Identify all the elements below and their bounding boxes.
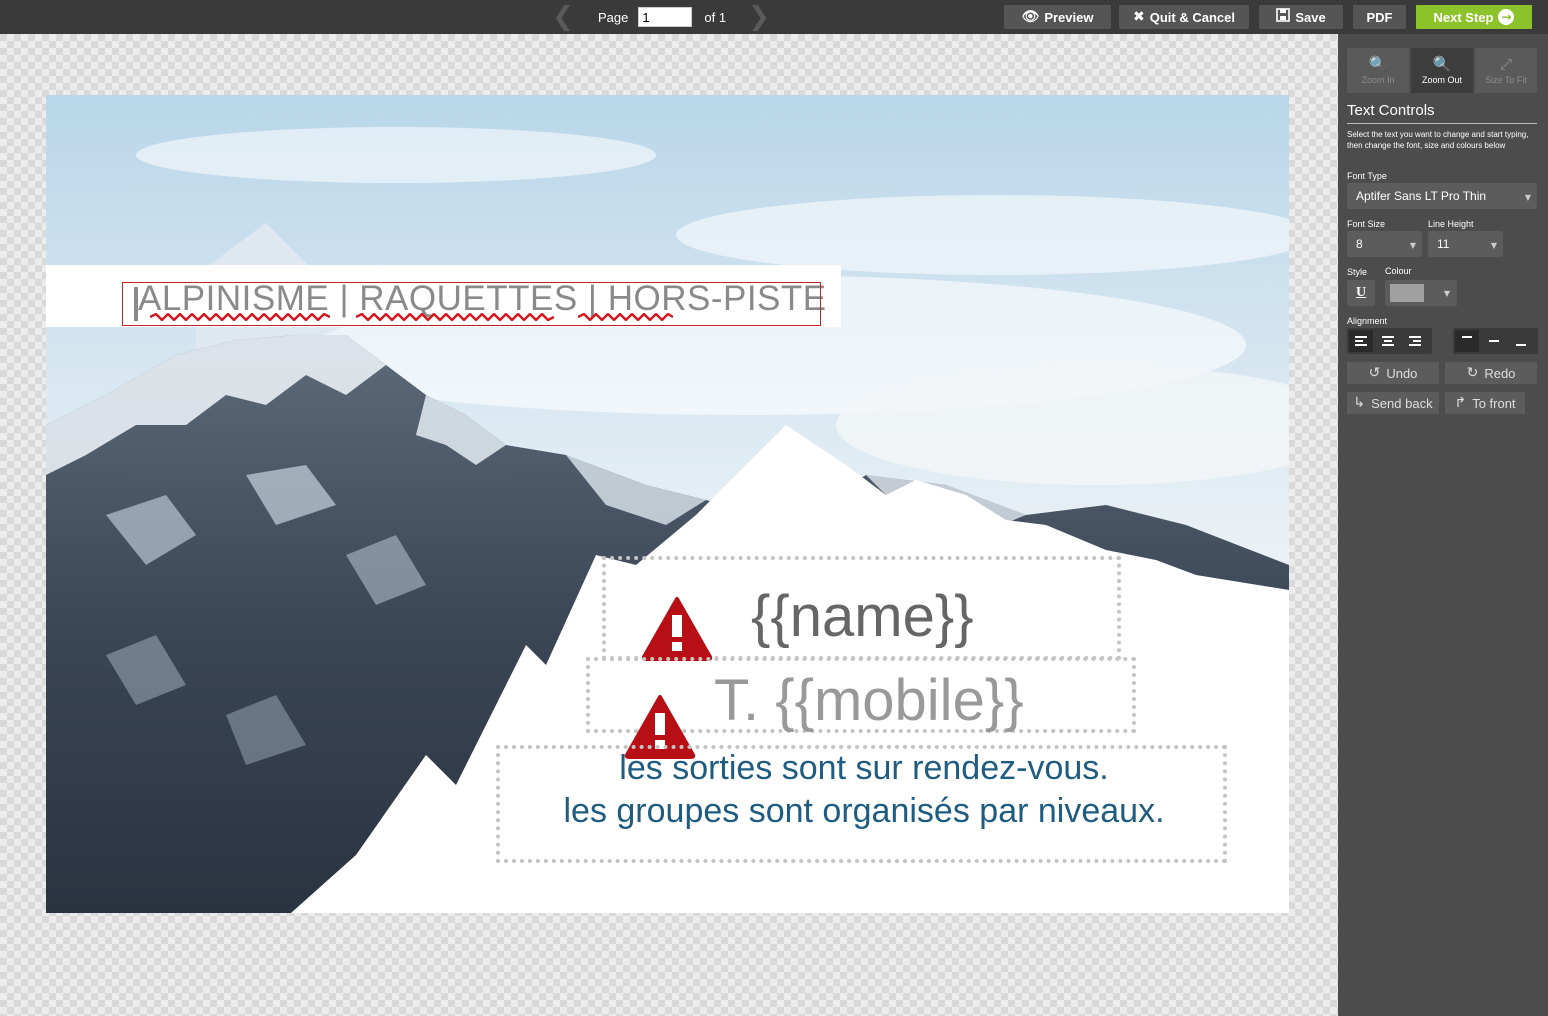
pdf-button[interactable]: PDF: [1353, 5, 1406, 29]
arrow-right-circle-icon: →: [1498, 9, 1515, 25]
to-front-label: To front: [1472, 395, 1516, 411]
size-to-fit-label: Size To Fit: [1485, 75, 1527, 85]
line-height-value: 11: [1437, 237, 1450, 251]
to-front-icon: ↱: [1454, 395, 1467, 411]
align-right-button[interactable]: [1403, 330, 1427, 352]
style-label: Style: [1347, 267, 1368, 277]
design-card: ALPINISME | RAQUETTES | HORS-PISTE {{nam…: [46, 95, 1289, 913]
align-top-icon: [1462, 336, 1472, 338]
vertical-align-group: [1453, 328, 1538, 354]
align-right-icon: [1409, 336, 1421, 346]
zoom-in-button[interactable]: 🔍 Zoom In: [1347, 48, 1409, 93]
align-middle-icon: [1489, 340, 1499, 342]
send-back-button[interactable]: ↳ Send back: [1347, 392, 1439, 414]
page-label: Page: [598, 9, 629, 25]
colour-picker[interactable]: ▼: [1385, 280, 1457, 306]
align-bottom-button[interactable]: [1509, 330, 1533, 352]
zoom-out-icon: 🔍: [1432, 55, 1452, 73]
save-button[interactable]: Save: [1259, 5, 1343, 29]
align-left-icon: [1355, 336, 1367, 346]
text-controls-panel: 🔍 Zoom In 🔍 Zoom Out ⤢ Size To Fit Text …: [1338, 34, 1548, 1016]
font-type-value: Aptifer Sans LT Pro Thin: [1356, 189, 1487, 203]
font-size-label: Font Size: [1347, 219, 1386, 229]
send-back-label: Send back: [1371, 395, 1433, 411]
font-type-select[interactable]: Aptifer Sans LT Pro Thin ▼: [1347, 183, 1537, 209]
horizontal-align-group: [1347, 328, 1432, 354]
align-left-button[interactable]: [1349, 330, 1373, 352]
panel-divider: [1347, 123, 1537, 124]
quit-cancel-button[interactable]: ✖ Quit & Cancel: [1119, 5, 1249, 29]
panel-title: Text Controls: [1347, 102, 1435, 119]
page-navigator: ❮ Page of 1 ❯: [552, 0, 770, 34]
floppy-disk-icon: [1276, 8, 1291, 26]
line-height-select[interactable]: 11 ▼: [1428, 231, 1503, 257]
prev-page-icon[interactable]: ❮: [552, 0, 574, 34]
colour-label: Colour: [1385, 266, 1412, 276]
align-center-button[interactable]: [1376, 330, 1400, 352]
mobile-placeholder: T. {{mobile}}: [714, 668, 1024, 733]
font-type-label: Font Type: [1347, 171, 1387, 181]
alignment-label: Alignment: [1347, 316, 1388, 326]
preview-label: Preview: [1044, 9, 1094, 25]
pdf-label: PDF: [1366, 9, 1393, 25]
zoom-in-label: Zoom In: [1361, 75, 1395, 85]
send-back-icon: ↳: [1353, 395, 1366, 411]
font-size-select[interactable]: 8 ▼: [1347, 231, 1422, 257]
page-number-input[interactable]: [638, 7, 693, 27]
warning-triangle-icon: [641, 597, 713, 661]
undo-button[interactable]: ↺ Undo: [1347, 362, 1439, 384]
undo-icon: ↺: [1368, 365, 1381, 381]
align-bottom-icon: [1516, 344, 1526, 346]
panel-help-text: Select the text you want to change and s…: [1347, 130, 1529, 150]
to-front-button[interactable]: ↱ To front: [1445, 392, 1525, 414]
save-label: Save: [1295, 9, 1326, 25]
redo-icon: ↻: [1466, 365, 1479, 381]
chevron-down-icon: ▼: [1524, 193, 1531, 202]
align-top-button[interactable]: [1455, 330, 1479, 352]
align-middle-button[interactable]: [1482, 330, 1506, 352]
chevron-down-icon: ▼: [1409, 241, 1416, 250]
name-placeholder: {{name}}: [751, 584, 974, 649]
preview-button[interactable]: 👁 Preview: [1004, 5, 1111, 29]
next-step-label: Next Step: [1433, 9, 1494, 25]
selected-text-outline: [122, 282, 821, 326]
line-height-label: Line Height: [1428, 219, 1474, 229]
redo-button[interactable]: ↻ Redo: [1445, 362, 1537, 384]
zoom-out-button[interactable]: 🔍 Zoom Out: [1411, 48, 1473, 93]
next-step-button[interactable]: Next Step →: [1416, 5, 1532, 29]
font-size-value: 8: [1356, 237, 1363, 251]
zoom-controls: 🔍 Zoom In 🔍 Zoom Out ⤢ Size To Fit: [1347, 48, 1537, 93]
undo-label: Undo: [1386, 365, 1418, 381]
page-count: of 1: [704, 9, 727, 25]
zoom-in-icon: 🔍: [1368, 55, 1388, 73]
size-to-fit-button[interactable]: ⤢ Size To Fit: [1475, 48, 1537, 93]
next-page-icon[interactable]: ❯: [748, 0, 770, 34]
zoom-out-label: Zoom Out: [1421, 75, 1462, 85]
body-text-line-2: les groupes sont organisés par niveaux.: [563, 792, 1165, 830]
chevron-down-icon: ▼: [1490, 241, 1497, 250]
canvas-workspace: ALPINISME | RAQUETTES | HORS-PISTE {{nam…: [0, 34, 1338, 1016]
close-icon: ✖: [1133, 9, 1145, 25]
quit-label: Quit & Cancel: [1149, 9, 1235, 25]
eye-icon: 👁: [1021, 9, 1040, 25]
underline-icon: U: [1355, 285, 1367, 300]
align-center-icon: [1382, 336, 1394, 346]
body-text-line-1: les sorties sont sur rendez-vous.: [619, 749, 1109, 787]
top-toolbar: ❮ Page of 1 ❯ 👁 Preview ✖ Quit & Cancel …: [0, 0, 1548, 34]
redo-label: Redo: [1484, 365, 1516, 381]
underline-button[interactable]: U: [1347, 280, 1375, 306]
chevron-down-icon: ▼: [1443, 289, 1450, 298]
colour-swatch: [1390, 284, 1424, 302]
expand-icon: ⤢: [1499, 55, 1512, 73]
